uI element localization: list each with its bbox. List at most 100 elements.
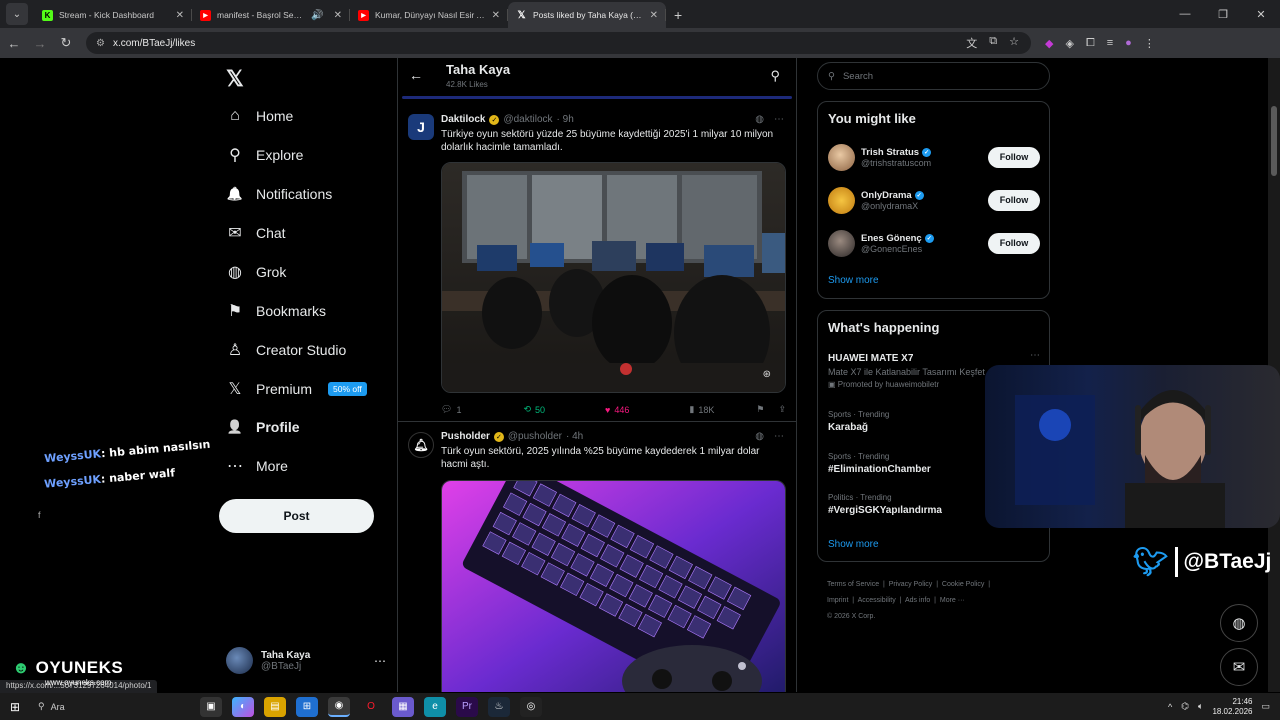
grok-icon[interactable]: ◍ [755,114,764,125]
more-dots-icon[interactable]: ⋯ [774,431,784,442]
app-icon[interactable]: ▦ [392,696,414,717]
obs-icon[interactable]: ◎ [520,696,542,717]
new-tab-button[interactable]: + [674,7,682,23]
close-window-icon[interactable]: ✕ [1242,0,1280,28]
post-button[interactable]: Post [219,499,374,533]
browser-menu-icon[interactable]: ⋮ [1144,37,1155,50]
grok-fab-button[interactable]: ◍ [1220,604,1258,642]
repost-button[interactable]: ⟲ 50 [523,404,545,415]
account-switcher[interactable]: Taha Kaya @BTaeJj ⋯ [226,647,386,674]
search-icon[interactable]: ⚲ [770,68,780,84]
avatar[interactable]: 🔔︎ [408,432,434,458]
windows-start-icon[interactable]: ⊞ [0,700,30,714]
tweet[interactable]: J Daktilock ✓ @daktilock · 9h ◍ ⋯ Türkiy… [398,102,796,422]
opera-icon[interactable]: O [360,697,382,717]
store-icon[interactable]: ⊞ [296,696,318,717]
task-view-icon[interactable]: ▣ [200,696,222,717]
views-button[interactable]: ▮ 18K [689,404,714,415]
close-tab-icon[interactable]: ✕ [650,10,658,21]
nav-profile[interactable]: 👤 Profile [226,415,300,439]
show-more-link[interactable]: Show more [828,539,879,550]
footer-link[interactable]: More ··· [940,597,965,604]
messages-fab-button[interactable]: ✉ [1220,648,1258,686]
avatar[interactable] [828,229,855,257]
edge-icon[interactable]: e [424,696,446,717]
speaker-icon[interactable]: 🔊 [311,10,323,21]
close-tab-icon[interactable]: ✕ [334,10,342,21]
clock[interactable]: 21:46 18.02.2026 [1212,697,1252,717]
file-explorer-icon[interactable]: ▤ [264,696,286,717]
copilot-icon[interactable]: ◐ [232,696,254,717]
footer-link[interactable]: Ads info [905,597,930,604]
follow-button[interactable]: Follow [988,146,1040,168]
share-icon[interactable]: ⇪ [778,404,786,415]
tweet-image[interactable] [441,480,786,692]
extension-icon[interactable]: ◆ [1045,37,1053,50]
back-icon[interactable]: ← [2,31,26,55]
nav-creator-studio[interactable]: ♙ Creator Studio [226,338,346,362]
footer-link[interactable]: Imprint [827,597,848,604]
steam-icon[interactable]: ♨ [488,696,510,717]
profile-avatar-icon[interactable]: ● [1125,37,1132,50]
nav-explore[interactable]: ⚲ Explore [226,143,303,167]
like-button[interactable]: ♥ 446 [605,405,629,415]
cast-icon[interactable]: ⧉ [989,35,997,51]
extensions-puzzle-icon[interactable]: ⧠ [1086,37,1095,50]
chrome-icon[interactable]: ◉ [328,696,350,717]
follow-button[interactable]: Follow [988,232,1040,254]
bookmark-icon[interactable]: ⚑ [756,404,764,415]
taskbar-search[interactable]: ⚲ Ara [30,701,160,712]
nav-chat[interactable]: ✉ Chat [226,221,285,245]
scrollbar-thumb[interactable] [1271,106,1277,176]
back-arrow-icon[interactable]: ← [409,67,423,83]
extension-icon[interactable]: ◈ [1065,37,1073,50]
tweet-image[interactable]: ⊛ [441,162,786,393]
nav-premium[interactable]: 𝕏 Premium 50% off [226,377,367,401]
footer-link[interactable]: Cookie Policy [942,581,984,588]
suggestion-row[interactable]: Trish Stratus ✓ @trishstratuscom Follow [828,142,1040,172]
close-tab-icon[interactable]: ✕ [492,10,500,21]
image-edit-icon[interactable]: ⊛ [763,369,771,380]
tweet[interactable]: 🔔︎ Pusholder ✓ @pusholder · 4h ◍ ⋯ Türk … [398,422,796,692]
bookmark-star-icon[interactable]: ☆ [1009,35,1019,51]
tray-chevron-icon[interactable]: ^ [1168,702,1172,712]
search-input[interactable]: ⚲ Search [817,62,1050,90]
translate-icon[interactable]: 文 [966,35,977,51]
browser-tab-x[interactable]: 𝕏 Posts liked by Taha Kaya (@BTa ✕ [508,2,666,28]
footer-link[interactable]: Accessibility [858,597,896,604]
more-dots-icon[interactable]: ⋯ [774,114,784,125]
grok-icon[interactable]: ◍ [755,431,764,442]
reading-list-icon[interactable]: ≡ [1107,37,1113,50]
suggestion-row[interactable]: OnlyDrama ✓ @onlydramaX Follow [828,185,1040,215]
nav-home[interactable]: ⌂ Home [226,104,293,128]
browser-tab-kick[interactable]: K Stream - Kick Dashboard ✕ [34,2,192,28]
show-more-link[interactable]: Show more [828,275,879,286]
restore-icon[interactable]: ❐ [1204,0,1242,28]
premiere-icon[interactable]: Pr [456,696,478,717]
nav-bookmarks[interactable]: ⚑ Bookmarks [226,299,326,323]
more-dots-icon[interactable]: ⋯ [374,654,386,668]
avatar[interactable]: J [408,114,434,140]
site-info-icon[interactable]: ⚙ [96,38,105,49]
forward-icon[interactable]: → [28,31,52,55]
avatar[interactable] [828,143,855,171]
notifications-icon[interactable]: ▭ [1261,701,1270,712]
minimize-icon[interactable]: — [1166,0,1204,28]
volume-icon[interactable]: 🔈︎ [1198,701,1203,712]
reload-icon[interactable]: ↻ [54,31,78,55]
nav-grok[interactable]: ◍ Grok [226,260,286,284]
footer-link[interactable]: Privacy Policy [889,581,933,588]
close-tab-icon[interactable]: ✕ [176,10,184,21]
network-icon[interactable]: ⌬ [1181,701,1189,712]
browser-tab-youtube-2[interactable]: ▶ Kumar, Dünyayı Nasıl Esir Alıyo ✕ [350,2,508,28]
address-bar[interactable]: ⚙ x.com/BTaeJj/likes 文 ⧉ ☆ [86,32,1031,54]
suggestion-row[interactable]: Enes Gönenç ✓ @GonencEnes Follow [828,228,1040,258]
tab-search-button[interactable]: ⌄ [6,3,28,25]
x-logo-icon[interactable]: 𝕏 [226,66,244,92]
browser-tab-youtube-1[interactable]: ▶ manifest - Başrol Sensin | O 🔊 ✕ [192,2,350,28]
more-dots-icon[interactable]: ⋯ [1030,350,1040,361]
reply-button[interactable]: 💬︎ 1 [441,404,461,415]
footer-link[interactable]: Terms of Service [827,581,879,588]
nav-notifications[interactable]: 🔔 Notifications [226,182,332,206]
follow-button[interactable]: Follow [988,189,1040,211]
